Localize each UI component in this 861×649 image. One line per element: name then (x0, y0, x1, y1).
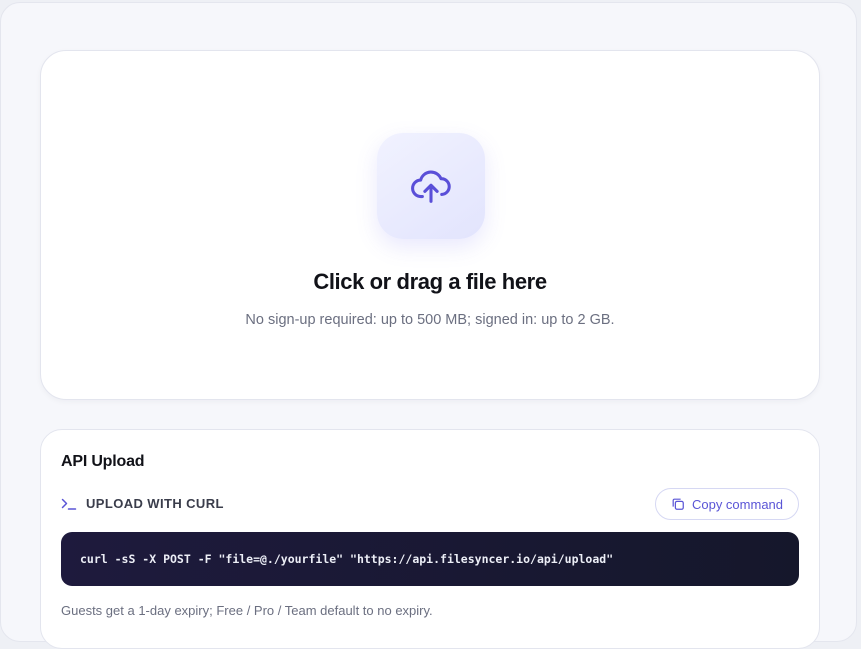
file-dropzone[interactable]: Click or drag a file here No sign-up req… (40, 50, 820, 400)
expiry-note: Guests get a 1-day expiry; Free / Pro / … (61, 603, 433, 618)
copy-command-button[interactable]: Copy command (655, 488, 799, 520)
upload-icon-tile (377, 133, 485, 239)
copy-icon (672, 498, 684, 510)
page-frame: Click or drag a file here No sign-up req… (0, 2, 857, 649)
curl-section-header: UPLOAD WITH CURL (61, 496, 224, 511)
copy-command-label: Copy command (691, 496, 784, 512)
curl-command-text: curl -sS -X POST -F "file=@./yourfile" "… (80, 552, 614, 566)
terminal-icon (61, 498, 77, 510)
dropzone-title: Click or drag a file here (313, 269, 547, 294)
curl-section-label: UPLOAD WITH CURL (86, 496, 224, 511)
dropzone-subtitle: No sign-up required: up to 500 MB; signe… (245, 312, 615, 328)
api-upload-title: API Upload (61, 453, 145, 470)
cloud-upload-icon (411, 170, 451, 203)
api-upload-card: API Upload UPLOAD WITH CURL Copy command… (40, 429, 820, 649)
curl-command-box[interactable]: curl -sS -X POST -F "file=@./yourfile" "… (61, 532, 799, 586)
